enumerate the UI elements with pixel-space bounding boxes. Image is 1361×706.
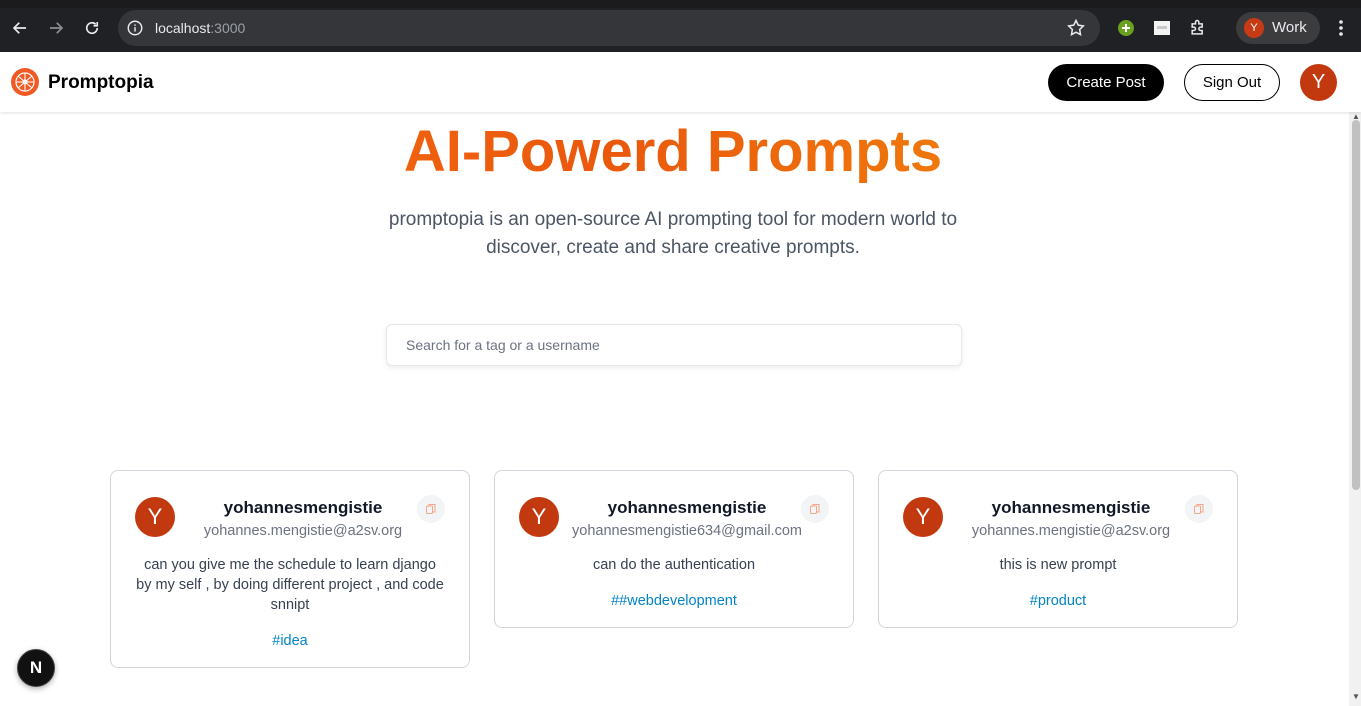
card-prompt: can you give me the schedule to learn dj… [136, 557, 444, 613]
card-email: yohannes.mengistie@a2sv.org [971, 523, 1171, 539]
card-avatar[interactable]: Y [135, 497, 175, 537]
search-input[interactable] [386, 324, 962, 366]
back-icon[interactable] [8, 16, 32, 40]
card-avatar[interactable]: Y [903, 497, 943, 537]
profile-avatar: Y [1244, 18, 1264, 38]
address-bar[interactable]: localhost:3000 [118, 10, 1100, 46]
reload-icon[interactable] [80, 16, 104, 40]
card-tag[interactable]: ##webdevelopment [495, 593, 853, 609]
brand-name[interactable]: Promptopia [48, 72, 154, 94]
card-prompt: this is new prompt [999, 557, 1117, 573]
copy-icon[interactable] [417, 495, 445, 523]
bookmark-star-icon[interactable] [1066, 18, 1086, 38]
card-username: yohannesmengistie [991, 498, 1151, 517]
card-user-info[interactable]: yohannesmengistie yohannes.mengistie@a2s… [955, 498, 1187, 541]
card-username: yohannesmengistie [607, 498, 767, 517]
prompt-card: Y yohannesmengistie yohannesmengistie634… [494, 470, 854, 628]
hero-description: promptopia is an open-source AI promptin… [388, 209, 958, 258]
app-navbar: Promptopia Create Post Sign Out Y [0, 52, 1361, 112]
card-email: yohannes.mengistie@a2sv.org [203, 523, 403, 539]
profile-button[interactable]: Y Work [1236, 12, 1320, 44]
hero-title: AI-Powerd Prompts [0, 118, 1346, 185]
site-info-icon[interactable] [126, 19, 144, 37]
extension-icon[interactable] [1152, 18, 1172, 38]
url-text: localhost:3000 [155, 20, 246, 36]
card-tag[interactable]: #idea [111, 633, 469, 649]
card-email: yohannesmengistie634@gmail.com [572, 523, 802, 539]
card-tag[interactable]: #product [879, 593, 1237, 609]
create-post-button[interactable]: Create Post [1048, 64, 1164, 101]
scroll-up-icon[interactable]: ▲ [1351, 113, 1361, 121]
extension-plus-icon[interactable] [1116, 18, 1136, 38]
prompt-card: Y yohannesmengistie yohannes.mengistie@a… [110, 470, 470, 668]
kebab-menu-icon[interactable] [1333, 18, 1349, 38]
card-user-info[interactable]: yohannesmengistie yohannesmengistie634@g… [571, 498, 803, 541]
scrollbar-thumb[interactable] [1352, 120, 1360, 490]
extensions-puzzle-icon[interactable] [1188, 18, 1208, 38]
user-avatar[interactable]: Y [1300, 64, 1337, 101]
sign-out-button[interactable]: Sign Out [1184, 64, 1280, 101]
scroll-down-icon[interactable]: ▼ [1351, 693, 1361, 701]
card-avatar[interactable]: Y [519, 497, 559, 537]
forward-icon[interactable] [44, 16, 68, 40]
copy-icon[interactable] [1185, 495, 1213, 523]
card-user-info[interactable]: yohannesmengistie yohannes.mengistie@a2s… [187, 498, 419, 541]
next-dev-indicator-icon[interactable]: N [17, 649, 55, 687]
prompt-card: Y yohannesmengistie yohannes.mengistie@a… [878, 470, 1238, 628]
tab-strip [0, 0, 1361, 8]
copy-icon[interactable] [801, 495, 829, 523]
browser-toolbar: localhost:3000 Y Work [0, 0, 1361, 56]
profile-label: Work [1272, 19, 1307, 36]
card-prompt: can do the authentication [592, 557, 756, 573]
promptopia-logo-icon[interactable] [10, 67, 40, 97]
card-username: yohannesmengistie [223, 498, 383, 517]
